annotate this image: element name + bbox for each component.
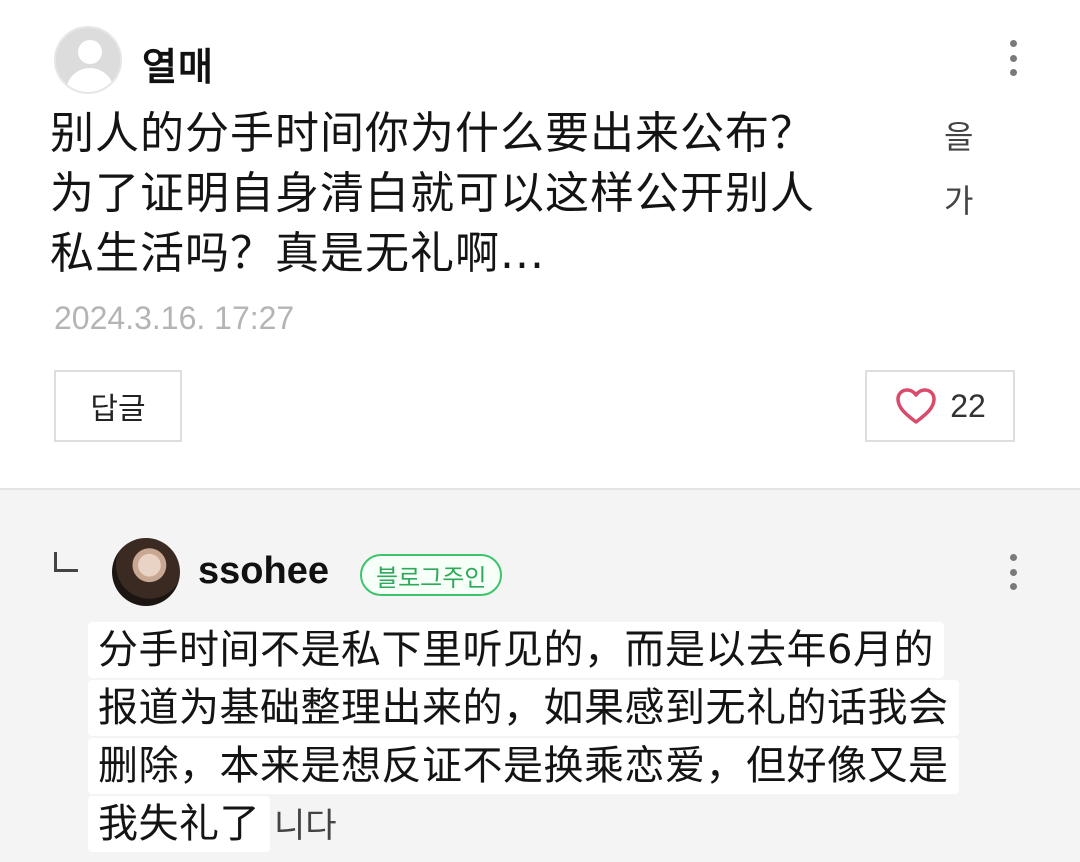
reply-item: ssohee 블로그주인 分手时间不是私下里听见的，而是以去年6月的 报道为基础… <box>0 490 1080 862</box>
reply-text-line: 报道为基础整理出来的，如果感到无礼的话我会 <box>88 680 959 736</box>
comment-text-line: 私生活吗？真是无礼啊... <box>50 228 545 279</box>
comment-text: 别人的分手时间你为什么要出来公布？ 为了证明自身清白就可以这样公开别人 私生活吗… <box>50 104 950 284</box>
like-count: 22 <box>950 387 986 424</box>
reply-button[interactable]: 답글 <box>54 370 182 442</box>
like-button[interactable]: 22 <box>865 370 1015 442</box>
blog-owner-badge: 블로그주인 <box>360 554 503 596</box>
reply-text-line: 删除，本来是想反证不是换乘恋爱，但好像又是 <box>88 738 959 794</box>
avatar[interactable] <box>112 538 180 606</box>
reply-arrow-icon <box>54 552 78 572</box>
comment-text-line: 别人的分手时间你为什么要出来公布？ <box>50 108 815 159</box>
overlay-fragment: 니다 <box>274 806 337 846</box>
more-vertical-icon[interactable] <box>1003 36 1023 80</box>
comment-timestamp: 2024.3.16. 17:27 <box>54 300 295 336</box>
overlay-fragment: 가 <box>944 182 974 220</box>
default-avatar-icon[interactable] <box>54 26 122 94</box>
avatar-body-shape <box>66 68 114 92</box>
comment-author[interactable]: 열매 <box>142 36 214 91</box>
reply-text: 分手时间不是私下里听见的，而是以去年6月的 报道为基础整理出来的，如果感到无礼的… <box>88 622 1058 854</box>
avatar-head-shape <box>78 40 102 64</box>
reply-author[interactable]: ssohee <box>198 550 329 593</box>
reply-text-line: 分手时间不是私下里听见的，而是以去年6月的 <box>88 622 944 678</box>
reply-text-line: 我失礼了 <box>88 796 270 852</box>
comment-item: 열매 别人的分手时间你为什么要出来公布？ 为了证明自身清白就可以这样公开别人 私… <box>0 0 1080 488</box>
comment-text-line: 为了证明自身清白就可以这样公开别人 <box>50 168 815 219</box>
overlay-fragment: 을 <box>944 118 974 156</box>
heart-outline-icon <box>896 388 936 424</box>
more-vertical-icon[interactable] <box>1003 550 1023 594</box>
